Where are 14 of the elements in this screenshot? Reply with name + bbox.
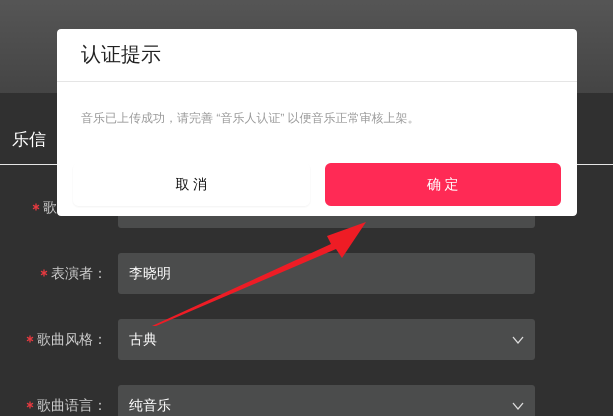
- cancel-button[interactable]: 取 消: [73, 163, 310, 206]
- input-field[interactable]: 李晓明: [118, 253, 535, 294]
- section-title: 乐信: [12, 129, 46, 151]
- field-label: 表演者：: [51, 264, 107, 283]
- select-field[interactable]: 古典: [118, 319, 535, 360]
- chevron-down-icon: [512, 402, 524, 410]
- dialog-message: 音乐已上传成功，请完善 “音乐人认证” 以便音乐正常审核上架。: [81, 110, 420, 127]
- field-label: 歌曲语言：: [37, 396, 107, 415]
- select-field[interactable]: 纯音乐: [118, 385, 535, 416]
- confirm-button[interactable]: 确 定: [324, 163, 561, 206]
- dialog-title: 认证提示: [81, 43, 161, 68]
- field-label: 歌: [43, 198, 57, 217]
- field-label: 歌曲风格：: [37, 330, 107, 349]
- chevron-down-icon: [512, 336, 524, 344]
